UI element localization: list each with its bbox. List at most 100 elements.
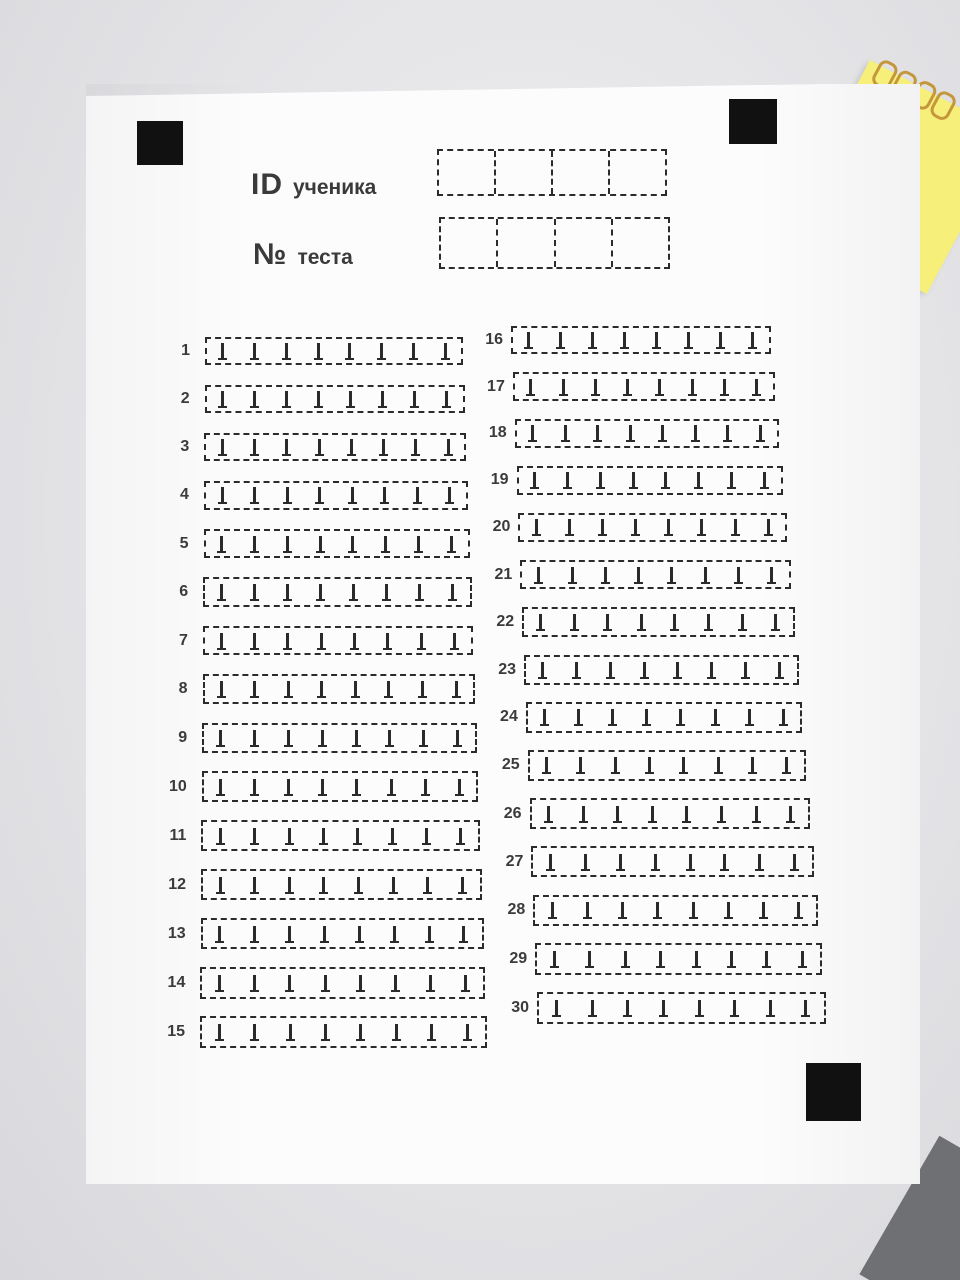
cell-divider-tick: [687, 378, 697, 396]
question-number: 13: [167, 924, 186, 942]
answer-box-row[interactable]: [511, 326, 771, 354]
answer-box-row[interactable]: [203, 529, 470, 559]
cell-divider-tick: [623, 999, 633, 1017]
answer-box-row[interactable]: [529, 798, 811, 829]
cell-divider-tick: [457, 876, 467, 894]
answer-box-row[interactable]: [537, 991, 826, 1025]
answer-box-row[interactable]: [512, 372, 775, 401]
cell-divider-tick: [283, 632, 293, 650]
answer-box-row[interactable]: [203, 480, 469, 510]
cell-divider-tick: [593, 425, 603, 443]
question-number: 8: [178, 680, 188, 698]
cell-divider-tick: [250, 487, 260, 505]
cell-divider-tick: [532, 519, 542, 537]
cell-divider-tick: [354, 876, 364, 894]
cell-divider-tick: [442, 391, 452, 408]
cell-divider-tick: [320, 974, 330, 992]
cell-divider-tick: [283, 681, 293, 699]
cell-divider-tick: [285, 974, 295, 992]
cell-divider-tick: [608, 709, 618, 727]
cell-divider-tick: [615, 853, 625, 871]
question-number: 15: [167, 1023, 185, 1041]
answer-box-row[interactable]: [522, 607, 795, 637]
question-number: 12: [168, 875, 187, 893]
question-number: 25: [501, 756, 520, 774]
cell-divider-tick: [281, 343, 291, 360]
answer-box-row[interactable]: [204, 432, 467, 462]
cell-divider-tick: [583, 902, 593, 920]
cell-divider-tick: [530, 472, 540, 490]
answer-box-row[interactable]: [205, 337, 463, 365]
cell-divider-tick: [377, 343, 387, 360]
corner-marker-top-left: [137, 121, 183, 165]
answer-box-row[interactable]: [200, 917, 484, 950]
answer-box-row[interactable]: [200, 1016, 487, 1049]
cell-divider-tick: [744, 709, 754, 727]
cell-divider-tick: [315, 535, 325, 553]
cell-divider-tick: [673, 661, 683, 679]
cell-divider-tick: [215, 827, 225, 845]
question-number: 2: [180, 390, 190, 407]
cell-divider-tick: [751, 805, 761, 823]
cell-divider-tick: [351, 729, 361, 747]
cell-divider-tick: [379, 439, 389, 457]
answer-box-row[interactable]: [525, 702, 803, 733]
answer-box-row[interactable]: [201, 868, 482, 901]
cell-divider-tick: [284, 827, 294, 845]
answer-box-row[interactable]: [520, 559, 791, 590]
cell-divider-tick: [355, 974, 365, 992]
answer-box-row[interactable]: [518, 512, 787, 542]
cell-divider-tick: [639, 661, 649, 679]
cell-divider-tick: [628, 472, 638, 490]
cell-divider-tick: [580, 853, 590, 871]
cell-divider-tick: [610, 757, 620, 775]
cell-divider-tick: [730, 519, 740, 537]
test-number-boxes[interactable]: [439, 217, 670, 269]
question-number: 24: [500, 708, 518, 726]
cell-divider-tick: [250, 584, 260, 601]
cell-divider-tick: [642, 709, 652, 727]
cell-divider-tick: [408, 343, 418, 360]
answer-box-row[interactable]: [535, 943, 823, 975]
cell-divider-tick: [762, 951, 772, 969]
cell-divider-tick: [319, 876, 329, 894]
answer-box-row[interactable]: [516, 465, 783, 495]
answer-box-row[interactable]: [201, 820, 481, 851]
cell-divider-tick: [319, 925, 329, 943]
answer-box-row[interactable]: [204, 384, 465, 414]
cell-divider-tick: [676, 709, 686, 727]
cell-divider-tick: [556, 332, 566, 349]
cell-divider-tick: [540, 709, 550, 727]
question-number: 6: [179, 583, 189, 600]
cell-divider-tick: [690, 425, 700, 443]
cell-divider-tick: [314, 439, 324, 457]
answer-box-row[interactable]: [201, 771, 479, 802]
cell-divider-tick: [453, 729, 463, 747]
cell-divider-tick: [650, 853, 660, 871]
answer-box-row[interactable]: [202, 722, 477, 753]
cell-divider-tick: [215, 876, 225, 894]
answer-box-row[interactable]: [524, 654, 799, 685]
answer-box-row[interactable]: [200, 966, 486, 999]
cell-divider-tick: [684, 332, 694, 349]
answer-box-row[interactable]: [531, 846, 815, 878]
cell-divider-tick: [578, 805, 588, 823]
question-number: 3: [180, 438, 190, 456]
cell-divider-tick: [550, 951, 560, 969]
answer-box-row[interactable]: [203, 577, 472, 607]
cell-divider-tick: [214, 1024, 224, 1042]
cell-divider-tick: [765, 999, 775, 1017]
cell-divider-tick: [282, 487, 292, 505]
cell-divider-tick: [356, 1024, 366, 1042]
answer-box-row[interactable]: [533, 894, 819, 927]
answer-box-row[interactable]: [202, 625, 474, 656]
answer-box-row[interactable]: [527, 749, 807, 781]
cell-divider-tick: [381, 535, 391, 553]
cell-divider-tick: [697, 519, 707, 537]
cell-divider-tick: [538, 661, 548, 679]
cell-divider-tick: [704, 613, 713, 631]
answer-box-row[interactable]: [202, 674, 475, 705]
answer-box-row[interactable]: [514, 418, 779, 448]
cell-divider-tick: [284, 729, 293, 747]
student-id-boxes[interactable]: [437, 149, 667, 196]
